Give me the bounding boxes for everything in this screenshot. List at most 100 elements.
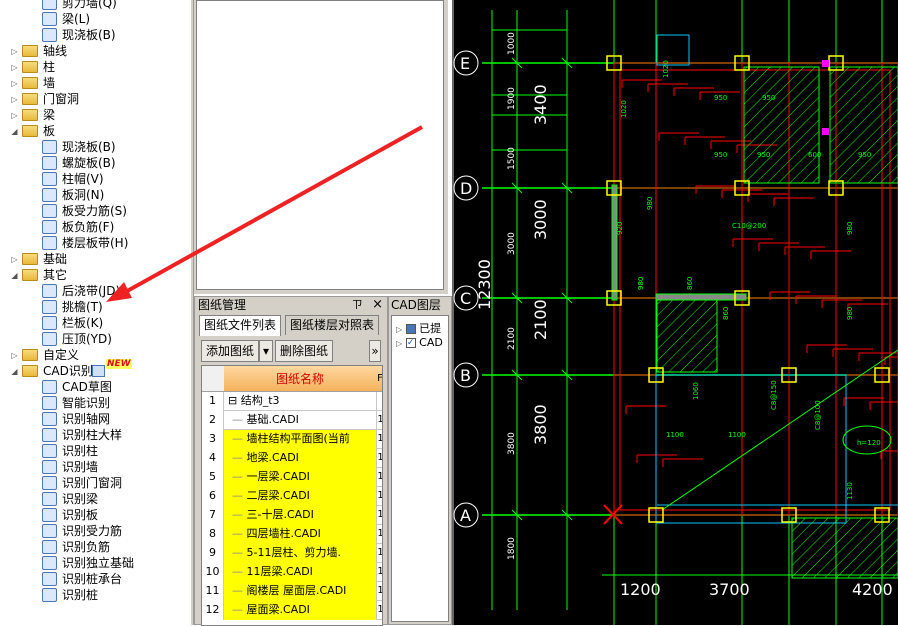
col2-cell[interactable]: 1 xyxy=(376,582,382,601)
tree-item[interactable]: 智能识别 xyxy=(0,395,190,411)
expand-toggle-icon[interactable]: ▷ xyxy=(10,79,19,88)
drawing-name-cell[interactable]: — 四层墙柱.CADI xyxy=(224,525,376,544)
tree-item[interactable]: 识别柱大样 xyxy=(0,427,190,443)
tree-item[interactable]: 后浇带(JD) xyxy=(0,283,190,299)
tree-item[interactable]: 栏板(K) xyxy=(0,315,190,331)
tree-item[interactable]: 螺旋板(B) xyxy=(0,155,190,171)
tree-item[interactable]: 识别桩 xyxy=(0,587,190,603)
table-row[interactable]: 8— 四层墙柱.CADI1 xyxy=(202,525,382,544)
tree-item[interactable]: 现浇板(B) xyxy=(0,139,190,155)
tree-item[interactable]: ▷ 轴线 xyxy=(0,43,190,59)
col2-cell[interactable]: 1 xyxy=(376,468,382,487)
tab-floor-mapping[interactable]: 图纸楼层对照表 xyxy=(285,315,380,335)
more-icon[interactable]: » xyxy=(369,340,381,362)
tree-item[interactable]: ▷ 门窗洞 xyxy=(0,91,190,107)
tree-item[interactable]: CAD草图 xyxy=(0,379,190,395)
close-icon[interactable]: × xyxy=(372,297,383,312)
tree-item[interactable]: 识别门窗洞 xyxy=(0,475,190,491)
expand-toggle-icon[interactable]: ▷ xyxy=(10,47,19,56)
tree-item[interactable]: ▷ 柱 xyxy=(0,59,190,75)
col2-cell[interactable]: 1 xyxy=(376,544,382,563)
table-row[interactable]: 11— 阁楼层 屋面层.CADI1 xyxy=(202,582,382,601)
tree-item[interactable]: 识别受力筋 xyxy=(0,523,190,539)
expand-toggle-icon[interactable]: ▷ xyxy=(10,63,19,72)
drawing-name-cell[interactable]: — 三-十层.CADI xyxy=(224,506,376,525)
add-drawing-dropdown[interactable]: ▾ xyxy=(259,340,273,362)
col2-header[interactable]: F xyxy=(376,366,382,392)
table-row[interactable]: 7— 三-十层.CADI1 xyxy=(202,506,382,525)
cad-drawing-canvas[interactable]: E D C B A 3400 3000 2100 3800 12300 1000 1900 1500 30… xyxy=(452,0,898,625)
expand-toggle-icon[interactable]: ◢ xyxy=(10,271,19,280)
drawing-name-cell[interactable]: — 地梁.CADI xyxy=(224,449,376,468)
checked-checkbox-icon[interactable]: ✓ xyxy=(405,338,416,348)
col2-cell[interactable]: 1 xyxy=(376,506,382,525)
tree-item[interactable]: 柱帽(V) xyxy=(0,171,190,187)
drawing-name-cell[interactable]: — 阁楼层 屋面层.CADI xyxy=(224,582,376,601)
table-row[interactable]: 6— 二层梁.CADI1 xyxy=(202,487,382,506)
cad-drawing[interactable]: E D C B A 3400 3000 2100 3800 12300 1000 1900 1500 30… xyxy=(452,0,898,625)
tree-item[interactable]: ◢ CAD识别 NEW xyxy=(0,359,190,379)
col2-cell[interactable] xyxy=(376,392,382,411)
expand-toggle-icon[interactable]: ◢ xyxy=(10,127,19,136)
tree-item[interactable]: ◢ 其它 xyxy=(0,267,190,283)
tree-item[interactable]: 楼层板带(H) xyxy=(0,235,190,251)
tree-item[interactable]: ◢ 板 xyxy=(0,123,190,139)
tree-item[interactable]: 识别桩承台 xyxy=(0,571,190,587)
tree-item[interactable]: 板负筋(F) xyxy=(0,219,190,235)
table-row[interactable]: 10— 11层梁.CADI1 xyxy=(202,563,382,582)
delete-drawing-button[interactable]: 删除图纸 xyxy=(275,340,334,362)
table-row[interactable]: 9— 5-11层柱、剪力墙.1 xyxy=(202,544,382,563)
tree-item[interactable]: 识别负筋 xyxy=(0,539,190,555)
table-row[interactable]: 3— 墙柱结构平面图(当前1 xyxy=(202,430,382,449)
tree-item[interactable]: 梁(L) xyxy=(0,11,190,27)
tree-item[interactable]: ▷ 基础 xyxy=(0,251,190,267)
col2-cell[interactable]: 1 xyxy=(376,430,382,449)
checkbox-icon[interactable] xyxy=(405,324,416,334)
expand-toggle-icon[interactable]: ▷ xyxy=(10,255,19,264)
drawing-name-cell[interactable]: — 屋面梁.CADI xyxy=(224,601,376,620)
collapse-icon[interactable]: ⊟ xyxy=(228,394,241,407)
drawing-name-cell[interactable]: — 5-11层柱、剪力墙. xyxy=(224,544,376,563)
tree-item[interactable]: 现浇板(B) xyxy=(0,27,190,43)
tree-item[interactable]: ▷ 墙 xyxy=(0,75,190,91)
drawing-name-cell[interactable]: — 二层梁.CADI xyxy=(224,487,376,506)
tree-item[interactable]: 识别柱 xyxy=(0,443,190,459)
table-row[interactable]: 5— 一层梁.CADI1 xyxy=(202,468,382,487)
tree-item[interactable]: 挑檐(T) xyxy=(0,299,190,315)
tree-item[interactable]: 识别墙 xyxy=(0,459,190,475)
layer-item[interactable]: ▷ 已提 xyxy=(396,320,441,336)
table-row[interactable]: 12— 屋面梁.CADI1 xyxy=(202,601,382,620)
tree-item[interactable]: 剪力墙(Q) xyxy=(0,0,190,11)
pin-icon[interactable]: ㄗ xyxy=(352,298,363,311)
table-row[interactable]: 4— 地梁.CADI1 xyxy=(202,449,382,468)
drawing-name-cell[interactable]: — 基础.CADI xyxy=(224,411,376,430)
tree-item[interactable]: ▷ 梁 xyxy=(0,107,190,123)
tree-item[interactable]: 板受力筋(S) xyxy=(0,203,190,219)
add-drawing-button[interactable]: 添加图纸 xyxy=(201,340,260,362)
col2-cell[interactable]: 1 xyxy=(376,411,382,430)
drawing-name-cell[interactable]: — 11层梁.CADI xyxy=(224,563,376,582)
tree-item[interactable]: ▷ 自定义 xyxy=(0,347,190,363)
col2-cell[interactable]: 1 xyxy=(376,487,382,506)
tree-item[interactable]: 识别独立基础 xyxy=(0,555,190,571)
drawing-name-cell[interactable]: — 一层梁.CADI xyxy=(224,468,376,487)
expand-toggle-icon[interactable]: ◢ xyxy=(10,367,19,376)
tree-item[interactable]: 识别轴网 xyxy=(0,411,190,427)
tab-file-list[interactable]: 图纸文件列表 xyxy=(199,315,282,336)
col2-cell[interactable]: 1 xyxy=(376,563,382,582)
tree-item[interactable]: 板洞(N) xyxy=(0,187,190,203)
tree-item[interactable]: 压顶(YD) xyxy=(0,331,190,347)
table-row[interactable]: 2— 基础.CADI1 xyxy=(202,411,382,430)
col2-cell[interactable]: 1 xyxy=(376,601,382,620)
expand-toggle-icon[interactable]: ▷ xyxy=(10,111,19,120)
expand-toggle-icon[interactable]: ▷ xyxy=(10,351,19,360)
layer-item[interactable]: ▷ ✓ CAD xyxy=(396,336,443,349)
col2-cell[interactable]: 1 xyxy=(376,449,382,468)
expand-toggle-icon[interactable]: ▷ xyxy=(10,95,19,104)
tree-item[interactable]: 识别梁 xyxy=(0,491,190,507)
col2-cell[interactable]: 1 xyxy=(376,525,382,544)
tree-item[interactable]: 识别板 xyxy=(0,507,190,523)
drawing-name-cell[interactable]: — 墙柱结构平面图(当前 xyxy=(224,430,376,449)
drawing-name-cell[interactable]: ⊟ 结构_t3 xyxy=(224,392,376,411)
table-row[interactable]: 1 ⊟ 结构_t3 xyxy=(202,392,382,411)
